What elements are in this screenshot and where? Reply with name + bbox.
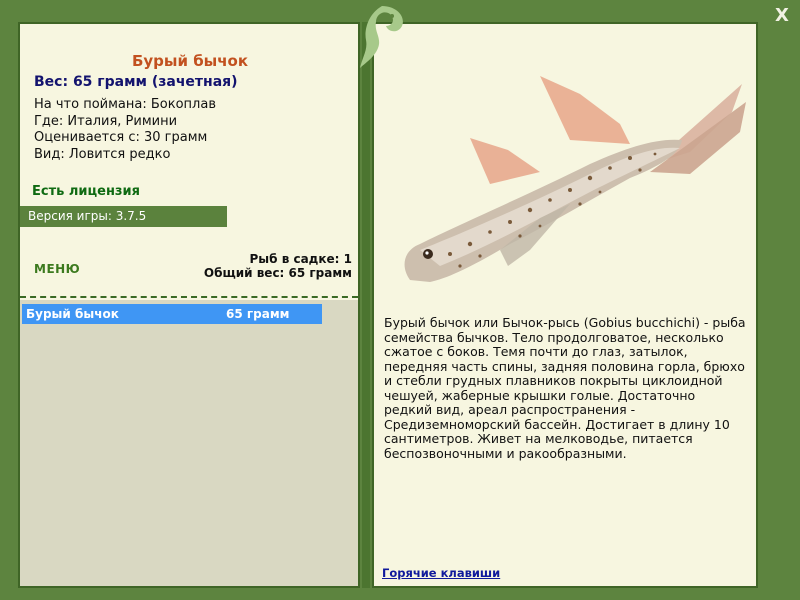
list-item-name: Бурый бычок xyxy=(26,307,119,321)
close-button[interactable]: X xyxy=(772,6,792,26)
catch-list[interactable]: Бурый бычок 65 грамм xyxy=(20,300,358,586)
fish-description-panel: Бурый бычок или Бычок-рысь (Gobius bucch… xyxy=(372,22,758,588)
fish-logo-icon xyxy=(360,6,403,68)
list-item-weight: 65 грамм xyxy=(226,307,290,321)
bait-info: На что поймана: Бокоплав xyxy=(34,97,216,112)
list-item[interactable]: Бурый бычок 65 грамм xyxy=(22,304,322,324)
fish-title: Бурый бычок xyxy=(131,52,249,70)
catch-info-panel: Бурый бычок Вес: 65 грамм (зачетная) На … xyxy=(18,22,360,588)
keepnet-summary: Рыб в садке: 1 Общий вес: 65 грамм xyxy=(204,252,352,280)
menu-button[interactable]: МЕНЮ xyxy=(34,262,80,276)
min-weight-info: Оценивается с: 30 грамм xyxy=(34,130,208,145)
close-icon: X xyxy=(775,5,789,26)
panel-divider xyxy=(362,22,370,588)
fish-weight: Вес: 65 грамм (зачетная) xyxy=(34,74,238,90)
location-info: Где: Италия, Римини xyxy=(34,113,178,129)
fish-count: Рыб в садке: 1 xyxy=(249,252,353,266)
rarity-info: Вид: Ловится редко xyxy=(34,146,171,162)
fish-description: Бурый бычок или Бычок-рысь (Gobius bucch… xyxy=(384,315,746,461)
license-status: Есть лицензия xyxy=(32,184,140,199)
fish-image xyxy=(404,76,746,282)
fish-info: На что поймана: Бокоплав Где: Италия, Ри… xyxy=(34,97,216,163)
divider-line xyxy=(20,296,358,298)
game-version: Версия игры: 3.7.5 xyxy=(20,206,227,227)
total-weight: Общий вес: 65 грамм xyxy=(203,266,352,280)
hotkeys-link[interactable]: Горячие клавиши xyxy=(382,566,500,580)
